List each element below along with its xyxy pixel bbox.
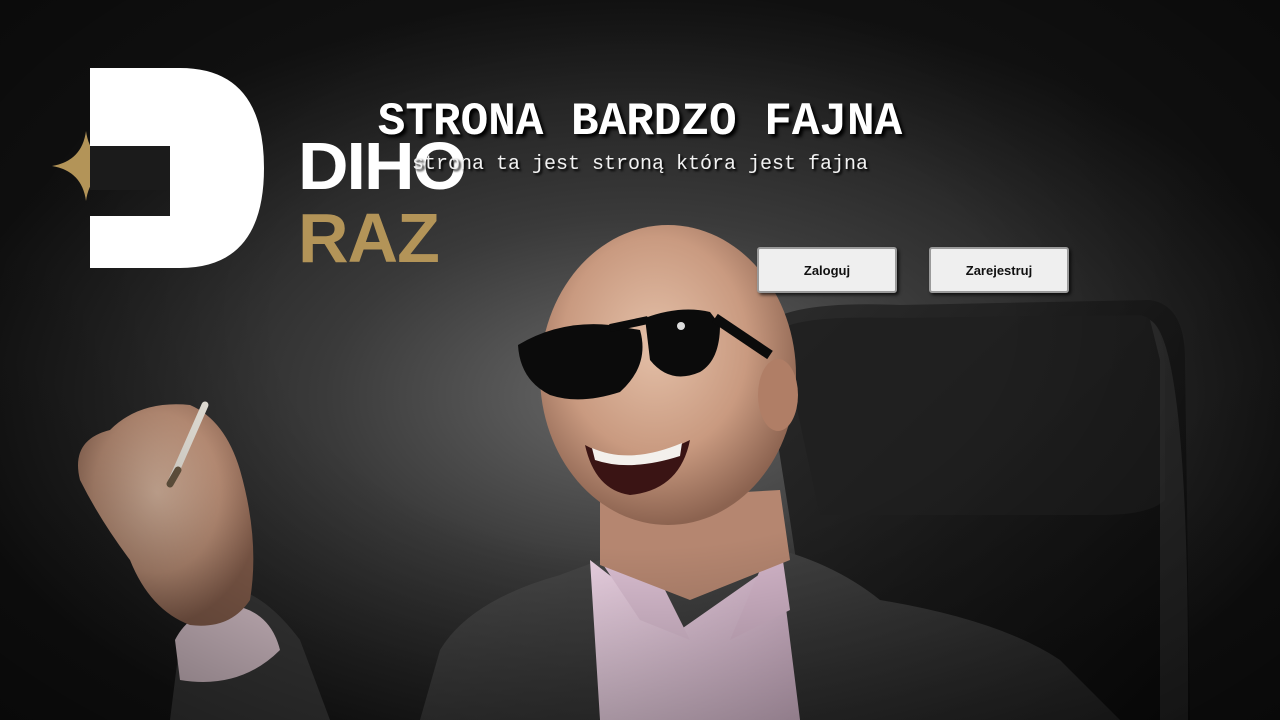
login-button[interactable]: Zaloguj	[757, 247, 897, 293]
page-subtitle: strona ta jest stroną która jest fajna	[411, 153, 869, 176]
register-button[interactable]: Zarejestruj	[929, 247, 1069, 293]
page: DIHO RAZ STRONA BARDZO FAJNA strona ta j…	[0, 0, 1280, 720]
logo-sub: RAZ	[298, 199, 440, 277]
page-title: STRONA BARDZO FAJNA	[377, 96, 903, 148]
